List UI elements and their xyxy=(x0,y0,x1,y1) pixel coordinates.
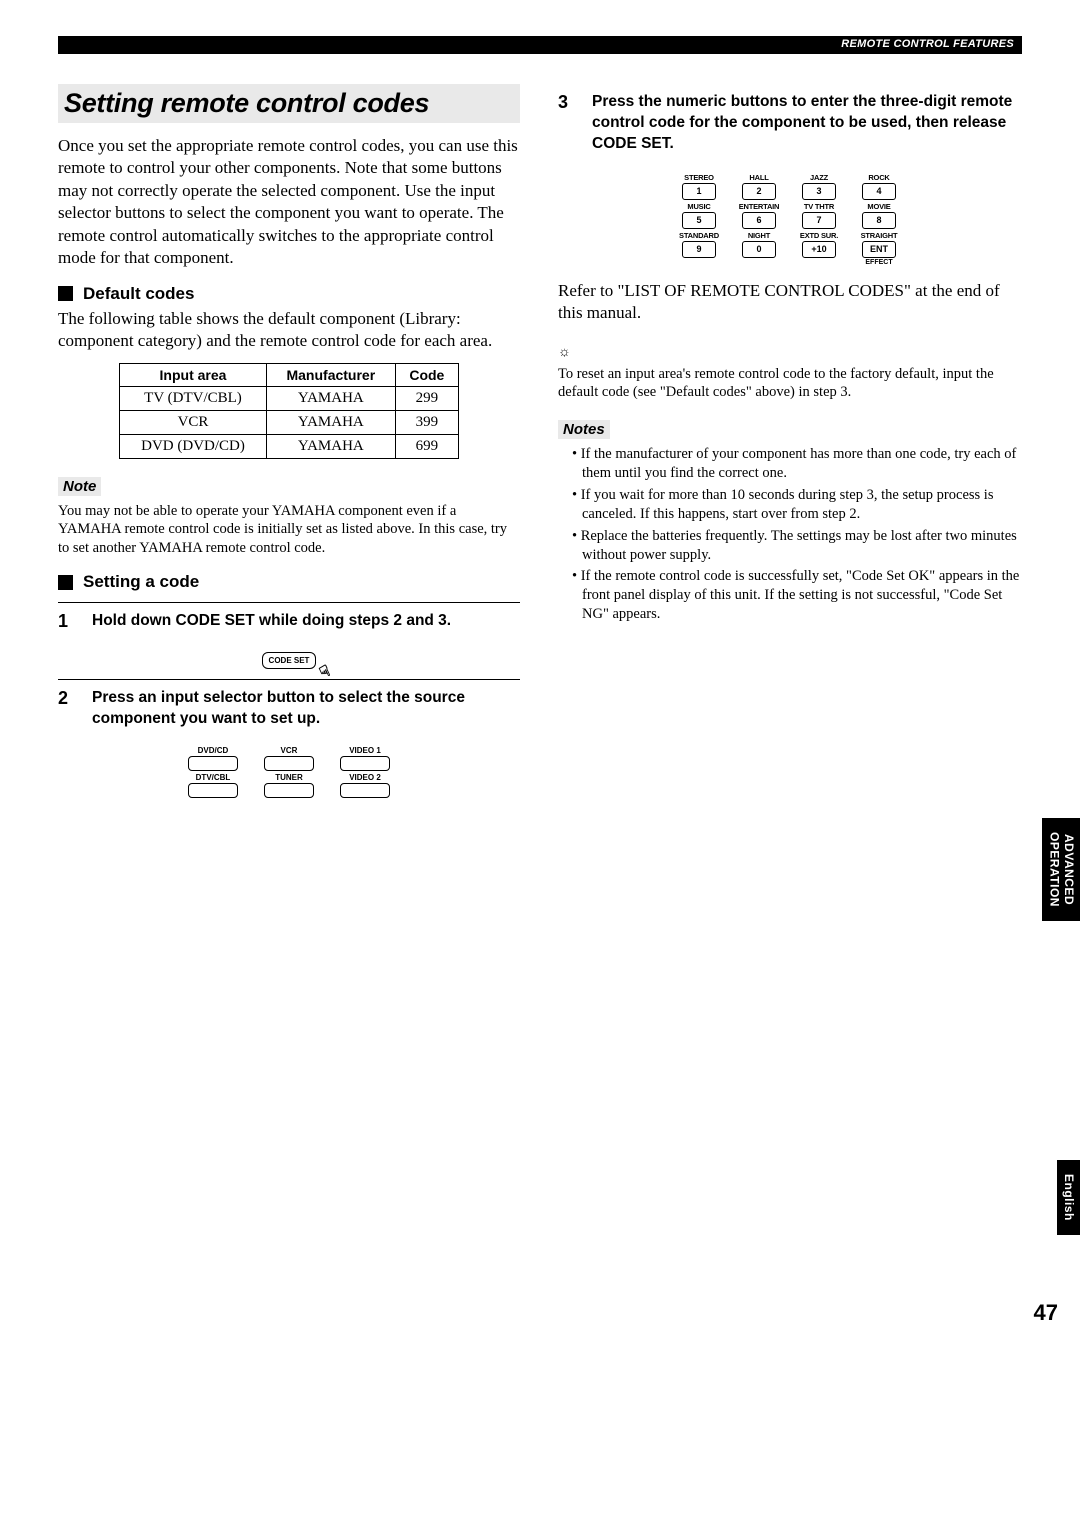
step-number: 3 xyxy=(558,92,578,155)
step-text: Hold down CODE SET while doing steps 2 a… xyxy=(92,611,520,632)
col-code: Code xyxy=(395,363,458,386)
selector-button xyxy=(264,783,314,798)
col-manufacturer: Manufacturer xyxy=(267,363,396,386)
key-button: 9 xyxy=(682,241,716,258)
page-number: 47 xyxy=(1034,1300,1058,1326)
note-label: Note xyxy=(58,477,101,496)
key-button: 0 xyxy=(742,241,776,258)
breadcrumb: REMOTE CONTROL FEATURES xyxy=(841,38,1014,50)
tip-icon: ☼ xyxy=(558,345,571,361)
key-button: ENT xyxy=(862,241,896,258)
step-3: 3 Press the numeric buttons to enter the… xyxy=(558,92,1020,155)
refer-text: Refer to "LIST OF REMOTE CONTROL CODES" … xyxy=(558,280,1020,325)
table-row: DVD (DVD/CD) YAMAHA 699 xyxy=(120,434,459,458)
col-input-area: Input area xyxy=(120,363,267,386)
intro-paragraph: Once you set the appropriate remote cont… xyxy=(58,135,520,270)
codeset-button: CODE SET ☟ xyxy=(262,652,317,669)
default-codes-heading-text: Default codes xyxy=(83,284,194,304)
default-codes-table: Input area Manufacturer Code TV (DTV/CBL… xyxy=(119,363,459,459)
list-item: If the manufacturer of your component ha… xyxy=(572,445,1020,483)
key-button: 7 xyxy=(802,212,836,229)
selector-button xyxy=(264,756,314,771)
step-text: Press the numeric buttons to enter the t… xyxy=(592,92,1020,155)
key-button: 4 xyxy=(862,183,896,200)
setting-code-heading: Setting a code xyxy=(58,572,520,592)
list-item: Replace the batteries frequently. The se… xyxy=(572,527,1020,565)
step-text: Press an input selector button to select… xyxy=(92,688,520,730)
page-title: Setting remote control codes xyxy=(64,88,512,119)
selector-button xyxy=(340,756,390,771)
tip-text: To reset an input area's remote control … xyxy=(558,365,1020,403)
side-tab-english: English xyxy=(1057,1160,1080,1235)
key-button: 5 xyxy=(682,212,716,229)
selector-button xyxy=(188,756,238,771)
list-item: If the remote control code is successful… xyxy=(572,567,1020,624)
table-row: VCR YAMAHA 399 xyxy=(120,410,459,434)
key-button: +10 xyxy=(802,241,836,258)
key-button: 1 xyxy=(682,183,716,200)
default-codes-desc: The following table shows the default co… xyxy=(58,308,520,353)
table-row: TV (DTV/CBL) YAMAHA 299 xyxy=(120,386,459,410)
input-selector-illustration: DVD/CD VCR VIDEO 1 DTV/CBL TUNER VIDEO 2 xyxy=(58,746,520,798)
numeric-keypad-illustration: STEREO1 HALL2 JAZZ3 ROCK4 MUSIC5 ENTERTA… xyxy=(558,173,1020,266)
left-column: Setting remote control codes Once you se… xyxy=(58,84,520,798)
selector-button xyxy=(188,783,238,798)
step-1: 1 Hold down CODE SET while doing steps 2… xyxy=(58,611,520,632)
section-title-box: Setting remote control codes xyxy=(58,84,520,123)
step-number: 2 xyxy=(58,688,78,730)
notes-list: If the manufacturer of your component ha… xyxy=(558,445,1020,624)
key-button: 2 xyxy=(742,183,776,200)
key-button: 6 xyxy=(742,212,776,229)
key-button: 3 xyxy=(802,183,836,200)
setting-code-heading-text: Setting a code xyxy=(83,572,199,592)
step-2: 2 Press an input selector button to sele… xyxy=(58,688,520,730)
key-button: 8 xyxy=(862,212,896,229)
list-item: If you wait for more than 10 seconds dur… xyxy=(572,486,1020,524)
header-bar: REMOTE CONTROL FEATURES xyxy=(58,36,1022,54)
side-tab-advanced-operation: ADVANCED OPERATION xyxy=(1042,818,1080,921)
selector-button xyxy=(340,783,390,798)
codeset-illustration: CODE SET ☟ xyxy=(58,650,520,669)
right-column: 3 Press the numeric buttons to enter the… xyxy=(558,84,1020,798)
note-text: You may not be able to operate your YAMA… xyxy=(58,502,520,559)
default-codes-heading: Default codes xyxy=(58,284,520,304)
step-number: 1 xyxy=(58,611,78,632)
notes-label: Notes xyxy=(558,420,610,439)
